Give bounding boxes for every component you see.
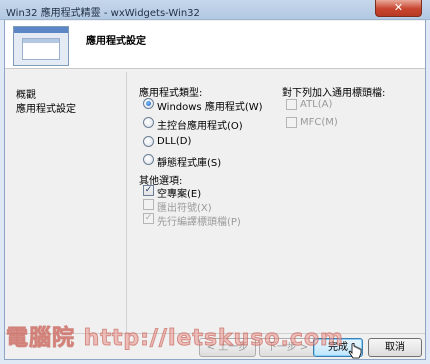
close-button[interactable]: ✕ — [375, 0, 422, 17]
checkbox-export-symbols[interactable] — [143, 199, 154, 210]
nav-item-overview[interactable]: 概觀 — [16, 86, 36, 101]
checkbox-mfc-label: MFC(M) — [300, 117, 338, 128]
checkbox-export-symbols-label: 匯出符號(X) — [157, 203, 212, 214]
radio-static-lib[interactable] — [143, 154, 154, 165]
cancel-button[interactable]: 取消 — [368, 338, 422, 357]
window-title: Win32 應用程式精靈 - wxWidgets-Win32 — [6, 8, 200, 19]
banner-window-bar-shape — [23, 39, 59, 43]
checkbox-atl-label: ATL(A) — [300, 99, 333, 110]
checkbox-mfc[interactable] — [286, 117, 297, 128]
checkbox-empty-project[interactable]: ✓ — [143, 185, 154, 196]
app-type-heading: 應用程式類型: — [139, 88, 203, 99]
hand-cursor-icon — [348, 343, 362, 359]
radio-console-app[interactable] — [143, 117, 154, 128]
banner-window-shape — [22, 38, 60, 60]
wizard-banner-image-icon — [13, 26, 69, 66]
radio-dll[interactable] — [143, 136, 154, 147]
close-icon: ✕ — [393, 1, 404, 14]
banner-titlebar-shape — [14, 27, 68, 33]
nav-item-app-settings[interactable]: 應用程式設定 — [16, 100, 76, 115]
radio-console-app-label[interactable]: 主控台應用程式(O) — [157, 117, 243, 132]
checkbox-atl[interactable] — [286, 99, 297, 110]
add-headers-heading: 對下列加入通用標頭檔: — [282, 88, 386, 99]
radio-windows-app[interactable] — [143, 98, 154, 109]
site-watermark: 電腦院 http://letskuso.com — [6, 326, 344, 352]
radio-windows-app-label[interactable]: Windows 應用程式(W) — [157, 98, 263, 113]
checkbox-precompiled-header-label: 先行編譯標頭檔(P) — [157, 217, 241, 228]
page-title: 應用程式設定 — [86, 36, 146, 47]
checkbox-empty-project-label[interactable]: 空專案(E) — [157, 185, 201, 200]
checkbox-precompiled-header[interactable]: ✓ — [143, 213, 154, 224]
radio-dll-label[interactable]: DLL(D) — [157, 136, 191, 147]
radio-static-lib-label[interactable]: 靜態程式庫(S) — [157, 154, 221, 169]
